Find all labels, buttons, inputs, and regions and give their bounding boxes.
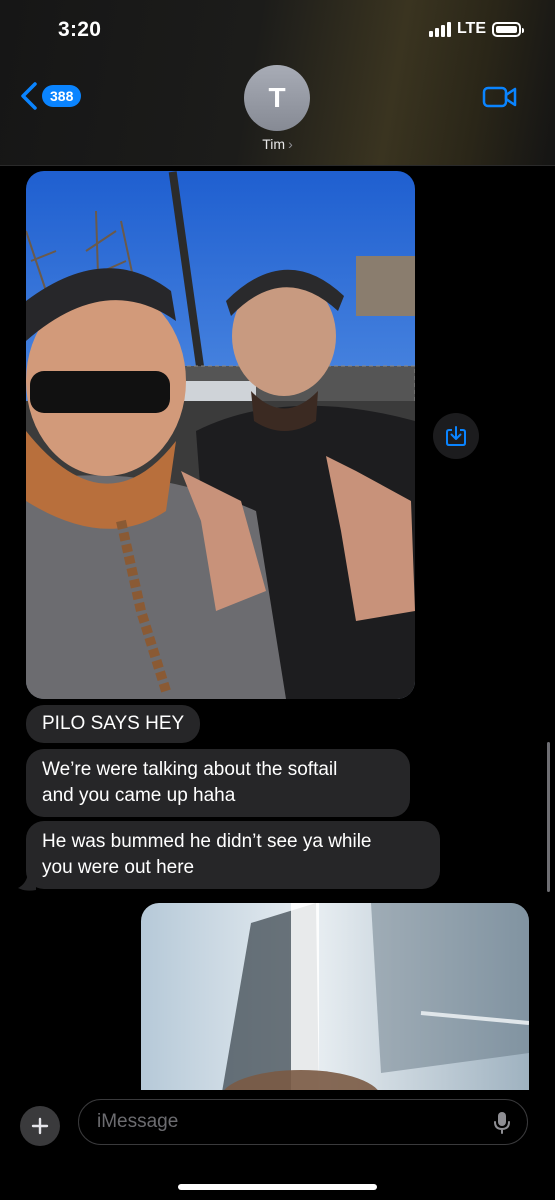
message-text-line: He was bummed he didn’t see ya while: [42, 831, 372, 852]
microphone-icon: [494, 1112, 510, 1134]
contact-name: Tim: [262, 136, 286, 152]
home-indicator[interactable]: [178, 1184, 377, 1190]
dictation-button[interactable]: [493, 1111, 511, 1141]
status-time: 3:20: [58, 18, 102, 41]
video-camera-icon: [482, 86, 517, 108]
chevron-right-icon: ›: [288, 136, 293, 152]
message-photo-selfie[interactable]: [26, 171, 415, 699]
plus-icon: [31, 1117, 49, 1135]
battery-icon: [492, 21, 524, 37]
cellular-signal-icon: [428, 21, 451, 37]
contact-name-button[interactable]: Tim ›: [0, 136, 555, 152]
unread-count-badge: 388: [42, 85, 82, 107]
download-icon: [446, 426, 466, 446]
back-button[interactable]: 388: [20, 82, 82, 110]
photo-image: [26, 171, 415, 699]
imessage-input[interactable]: iMessage: [78, 1099, 528, 1145]
apps-button[interactable]: [20, 1106, 60, 1146]
avatar-initial: T: [268, 82, 286, 113]
compose-bar: iMessage: [0, 1090, 555, 1200]
message-bubble-incoming[interactable]: PILO SAYS HEY: [26, 705, 201, 743]
message-photo-sent[interactable]: [141, 903, 529, 1098]
photo-image: [141, 903, 529, 1098]
save-photo-button[interactable]: [433, 413, 479, 459]
message-text-line: We’re were talking about the softail: [42, 759, 338, 780]
contact-avatar[interactable]: T: [244, 65, 310, 131]
status-icons: LTE: [428, 20, 524, 38]
chevron-left-icon: [21, 82, 37, 110]
bubble-tail: [18, 874, 36, 891]
message-text: PILO SAYS HEY: [42, 713, 185, 734]
input-placeholder: iMessage: [97, 1111, 179, 1132]
conversation-header: 3:20 LTE 388 T Tim ›: [0, 0, 555, 166]
message-text-line: you were out here: [42, 857, 195, 878]
network-type: LTE: [456, 20, 486, 37]
scroll-indicator[interactable]: [547, 742, 550, 892]
message-bubble-incoming[interactable]: We’re were talking about the softail and…: [26, 749, 410, 817]
message-bubble-incoming[interactable]: He was bummed he didn’t see ya while you…: [26, 821, 440, 889]
message-text-line: and you came up haha: [42, 785, 236, 806]
facetime-video-button[interactable]: [482, 84, 518, 115]
